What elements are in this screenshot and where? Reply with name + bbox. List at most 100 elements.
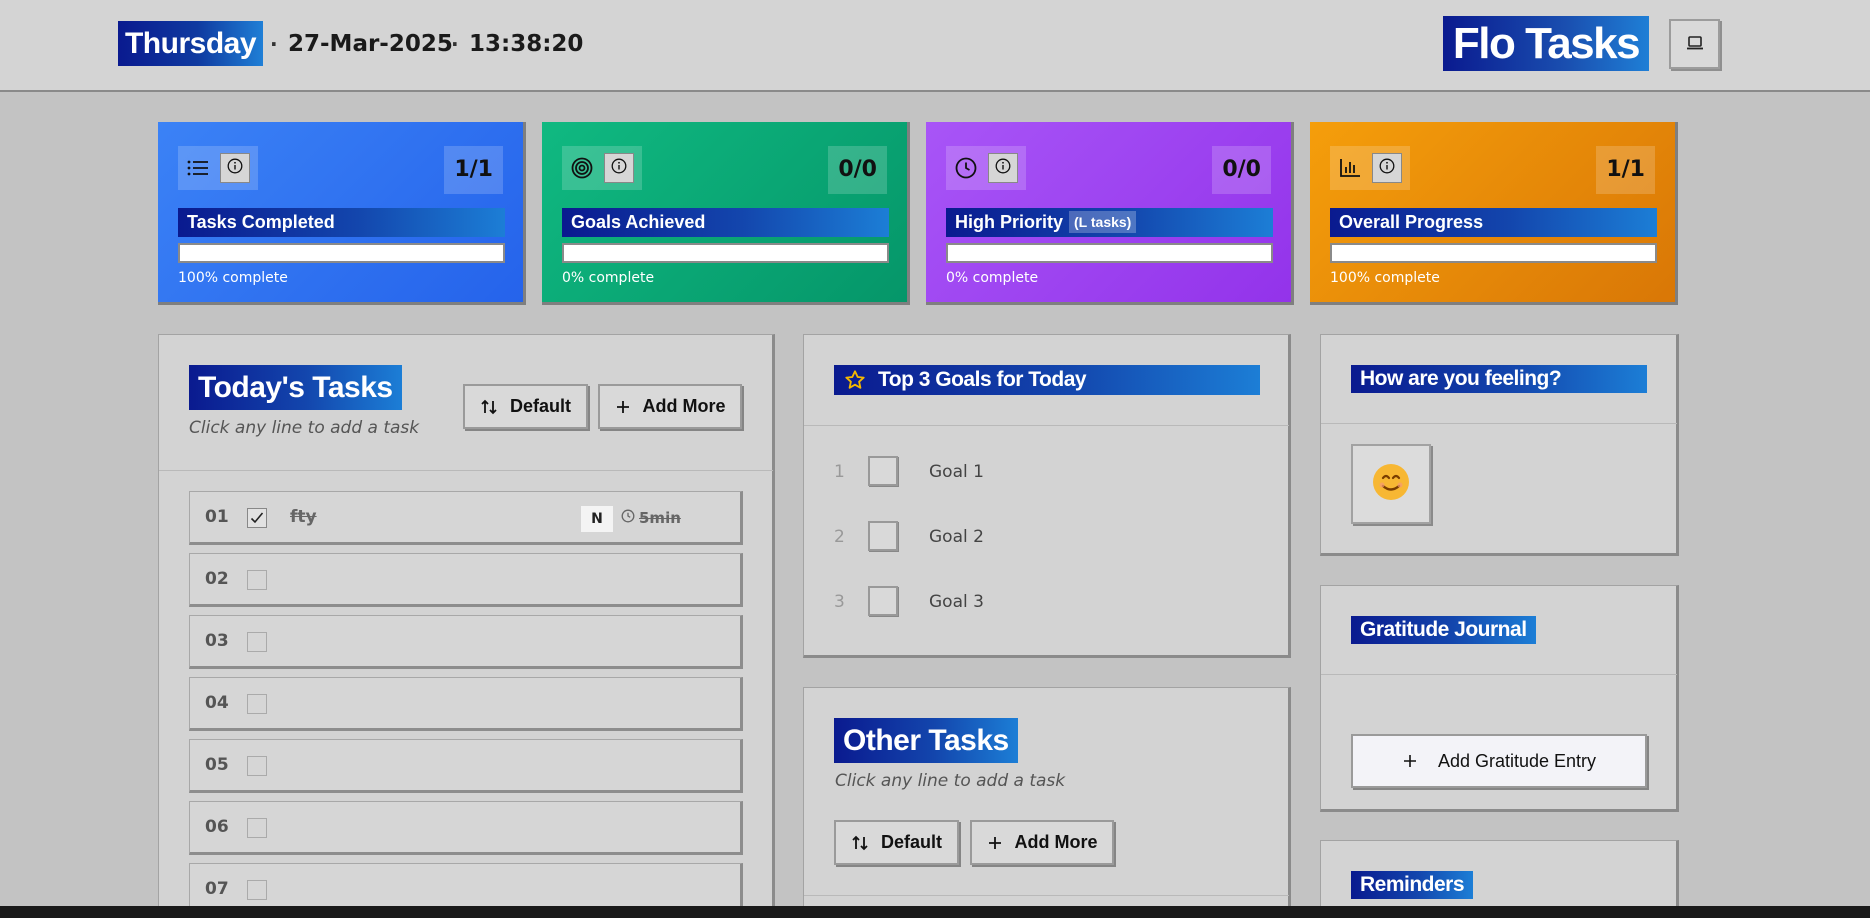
- add-more-button[interactable]: Add More: [598, 384, 742, 429]
- bar-chart-icon: [1330, 146, 1370, 190]
- priority-badge[interactable]: N: [581, 506, 613, 532]
- goal-text[interactable]: Goal 3: [929, 586, 984, 618]
- task-text[interactable]: fty: [290, 492, 317, 542]
- info-button[interactable]: [604, 153, 634, 183]
- duration-text: 5min: [639, 509, 681, 527]
- divider: [1321, 423, 1677, 424]
- goal-checkbox[interactable]: [868, 521, 898, 551]
- task-row[interactable]: 02: [189, 553, 743, 607]
- stat-percent: 100% complete: [1330, 270, 1440, 286]
- task-row[interactable]: 04: [189, 677, 743, 731]
- task-checkbox[interactable]: [247, 694, 267, 714]
- other-add-more-button[interactable]: Add More: [970, 820, 1114, 865]
- goal-row: 1 Goal 1: [834, 456, 1234, 488]
- stat-label-text: Overall Progress: [1339, 212, 1484, 232]
- stat-percent: 0% complete: [946, 270, 1039, 286]
- stat-label: High Priority (L tasks): [946, 208, 1273, 237]
- sort-icon: [851, 834, 869, 852]
- task-number: 04: [205, 693, 229, 713]
- stat-card: 0/0 Goals Achieved 0% complete: [542, 122, 910, 305]
- stat-percent: 0% complete: [562, 270, 655, 286]
- plus-icon: [1402, 753, 1418, 769]
- info-button[interactable]: [988, 153, 1018, 183]
- other-tasks-title: Other Tasks: [834, 718, 1018, 763]
- todays-tasks-hint: Click any line to add a task: [189, 418, 420, 438]
- stat-label-text: High Priority: [955, 212, 1064, 232]
- progress-bar: [178, 243, 505, 263]
- smile-icon: [1371, 462, 1411, 506]
- mood-emoji-button[interactable]: [1351, 444, 1431, 524]
- star-icon: [844, 369, 866, 400]
- info-button[interactable]: [220, 153, 250, 183]
- stat-count: 1/1: [444, 146, 503, 194]
- goal-number: 3: [834, 592, 845, 612]
- sort-default-button[interactable]: Default: [463, 384, 588, 429]
- task-checkbox[interactable]: [247, 818, 267, 838]
- date-text: 27-Mar-2025: [288, 31, 453, 57]
- add-more-label: Add More: [642, 396, 726, 416]
- plus-icon: [615, 399, 631, 415]
- info-button[interactable]: [1372, 153, 1402, 183]
- progress-fill: [180, 245, 503, 261]
- task-row[interactable]: 01 fty N 5min: [189, 491, 743, 545]
- clock-icon: [946, 146, 986, 190]
- stat-icon-group: [178, 146, 258, 190]
- progress-bar: [1330, 243, 1657, 263]
- stat-card: 0/0 High Priority (L tasks) 0% complete: [926, 122, 1294, 305]
- task-checkbox[interactable]: [247, 570, 267, 590]
- reminders-title: Reminders: [1351, 871, 1474, 899]
- check-icon: [248, 512, 266, 531]
- stat-icon-group: [562, 146, 642, 190]
- goal-row: 3 Goal 3: [834, 586, 1234, 618]
- other-sort-default-button[interactable]: Default: [834, 820, 959, 865]
- task-number: 02: [205, 569, 229, 589]
- divider: [1321, 674, 1677, 675]
- stat-label: Overall Progress: [1330, 208, 1657, 237]
- goal-checkbox[interactable]: [868, 586, 898, 616]
- theme-toggle-button[interactable]: [1669, 19, 1720, 69]
- stat-count: 0/0: [828, 146, 887, 194]
- stat-label: Tasks Completed: [178, 208, 505, 237]
- stat-card: 1/1 Tasks Completed 100% complete: [158, 122, 526, 305]
- goal-text[interactable]: Goal 1: [929, 456, 984, 488]
- task-duration: 5min: [621, 492, 681, 544]
- separator-dot: ·: [270, 32, 278, 56]
- task-number: 01: [205, 507, 229, 527]
- other-tasks-hint: Click any line to add a task: [835, 771, 1066, 791]
- info-icon: [227, 158, 243, 178]
- sort-label: Default: [880, 832, 942, 852]
- stat-label: Goals Achieved: [562, 208, 889, 237]
- stat-count: 0/0: [1212, 146, 1271, 194]
- goal-checkbox[interactable]: [868, 456, 898, 486]
- task-number: 03: [205, 631, 229, 651]
- divider: [159, 470, 773, 471]
- goal-text[interactable]: Goal 2: [929, 521, 984, 553]
- stat-percent: 100% complete: [178, 270, 288, 286]
- gratitude-title: Gratitude Journal: [1351, 616, 1536, 644]
- stat-sublabel: (L tasks): [1069, 211, 1137, 233]
- divider: [804, 425, 1289, 426]
- stat-card: 1/1 Overall Progress 100% complete: [1310, 122, 1678, 305]
- task-checkbox[interactable]: [247, 880, 267, 900]
- goal-row: 2 Goal 2: [834, 521, 1234, 553]
- task-checkbox[interactable]: [247, 632, 267, 652]
- target-icon: [562, 146, 602, 190]
- task-checkbox[interactable]: [247, 508, 267, 528]
- task-checkbox[interactable]: [247, 756, 267, 776]
- task-row[interactable]: 06: [189, 801, 743, 855]
- app-header: Thursday · 27-Mar-2025 · 13:38:20 Flo Ta…: [0, 0, 1870, 92]
- stat-label-text: Tasks Completed: [187, 212, 335, 232]
- clock-icon: [621, 492, 639, 544]
- laptop-icon: [1686, 35, 1704, 54]
- task-row[interactable]: 03: [189, 615, 743, 669]
- stat-icon-group: [946, 146, 1026, 190]
- goals-title-bar: Top 3 Goals for Today: [834, 365, 1260, 395]
- info-icon: [995, 158, 1011, 178]
- separator-dot: ·: [451, 32, 459, 56]
- day-badge: Thursday: [118, 21, 263, 66]
- add-gratitude-entry-button[interactable]: Add Gratitude Entry: [1351, 734, 1647, 788]
- task-row[interactable]: 05: [189, 739, 743, 793]
- goal-number: 2: [834, 527, 845, 547]
- add-gratitude-label: Add Gratitude Entry: [1437, 750, 1597, 771]
- sort-icon: [480, 398, 498, 416]
